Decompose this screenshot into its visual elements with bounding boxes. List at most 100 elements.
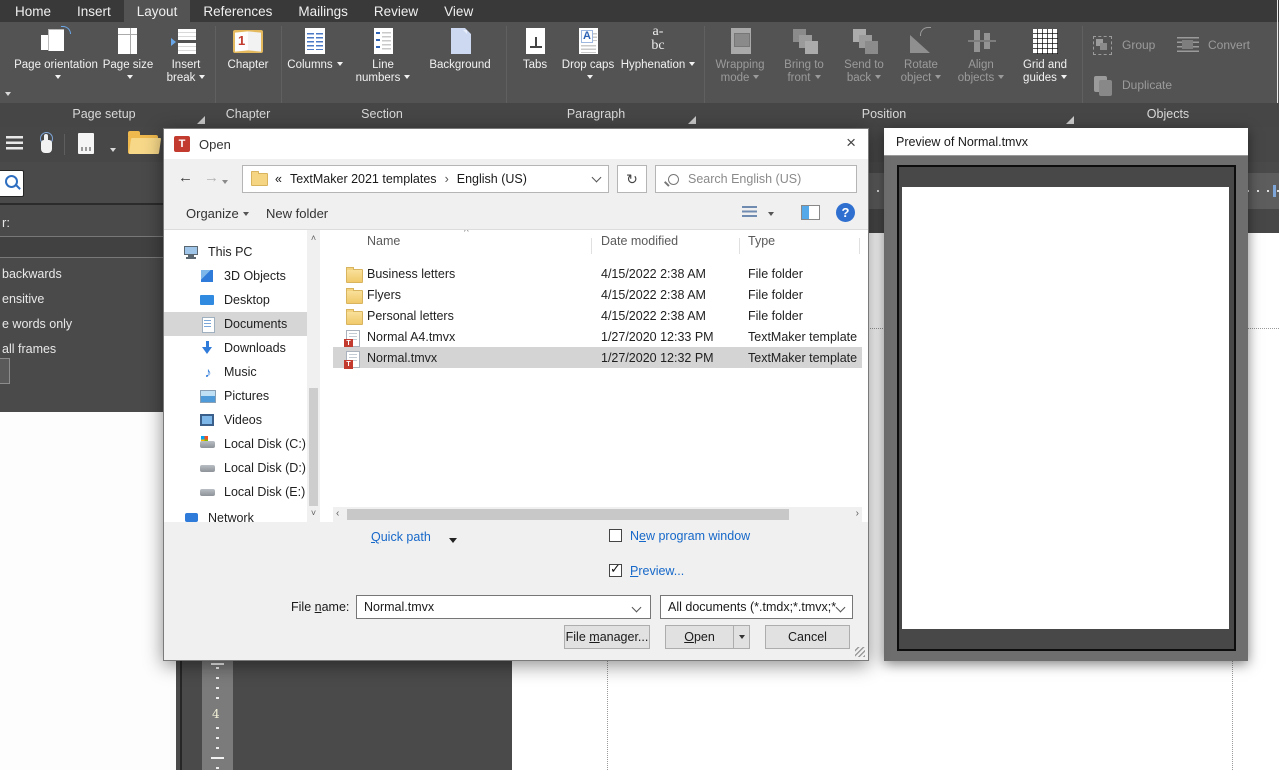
quick-path-link[interactable]: Quick path [371, 530, 431, 544]
column-header-type[interactable]: Type [748, 234, 775, 248]
file-row-flyers[interactable]: Flyers 4/15/2022 2:38 AM File folder [333, 284, 862, 305]
page-setup-dialog-launcher-icon[interactable] [197, 116, 205, 124]
new-document-icon[interactable] [78, 133, 94, 154]
tab-references[interactable]: References [190, 0, 285, 22]
scroll-right-icon[interactable]: › [856, 508, 859, 519]
help-icon[interactable]: ? [836, 203, 855, 222]
tab-insert[interactable]: Insert [64, 0, 124, 22]
file-name-dropdown-icon[interactable] [632, 603, 642, 613]
open-split-dropdown-icon[interactable] [733, 625, 750, 649]
ribbon-button-tabs[interactable]: Tabs [512, 25, 558, 100]
column-header-date-modified[interactable]: Date modified [601, 234, 678, 248]
option-case-sensitive[interactable]: ensitive [2, 292, 44, 306]
column-divider[interactable] [591, 238, 592, 254]
ribbon-group-labels: Page setup Chapter Section Paragraph Pos… [0, 103, 1279, 127]
breadcrumb-dropdown-icon[interactable] [592, 173, 602, 183]
sidebar-search-input[interactable] [0, 170, 24, 197]
ribbon-button-page-size[interactable]: Page size [100, 25, 156, 100]
breadcrumb[interactable]: « TextMaker 2021 templates › English (US… [242, 165, 609, 193]
scrollbar-thumb[interactable] [309, 388, 318, 506]
file-name-input[interactable]: Normal.tmvx [356, 595, 651, 619]
close-icon[interactable]: × [846, 133, 856, 153]
ribbon-button-grid-and-guides[interactable]: Grid and guides [1012, 25, 1078, 100]
scroll-left-icon[interactable]: ‹ [336, 508, 339, 519]
dialog-search-box[interactable]: Search English (US) [655, 165, 857, 193]
tab-home[interactable]: Home [2, 0, 64, 22]
breadcrumb-guillemet[interactable]: « [275, 172, 282, 186]
ribbon-button-columns[interactable]: Columns [284, 25, 346, 100]
scroll-up-icon[interactable]: ˄ [307, 233, 320, 243]
preview-pane-icon[interactable] [801, 205, 820, 220]
menu-icon[interactable] [6, 136, 23, 150]
back-icon[interactable]: ← [178, 169, 193, 186]
scroll-down-icon[interactable]: ˅ [307, 508, 320, 518]
cancel-button[interactable]: Cancel [765, 625, 850, 649]
new-document-dropdown-icon[interactable] [106, 142, 116, 160]
preview-label[interactable]: Preview... [630, 564, 684, 578]
preview-checkbox[interactable]: ✓ [609, 564, 622, 577]
file-row-normal-selected[interactable]: T Normal.tmvx 1/27/2020 12:32 PM TextMak… [333, 347, 862, 368]
scrollbar-thumb[interactable] [347, 509, 789, 520]
tab-layout[interactable]: Layout [124, 0, 191, 22]
local-disk-e-icon [200, 484, 216, 500]
new-program-window-checkbox[interactable] [609, 529, 622, 542]
file-row-business-letters[interactable]: Business letters 4/15/2022 2:38 AM File … [333, 263, 862, 284]
sidebar-scrollbar[interactable]: ˄ ˅ [307, 230, 320, 522]
sidebar-item-this-pc[interactable]: This PC [164, 240, 307, 264]
paragraph-dialog-launcher-icon[interactable] [688, 116, 696, 124]
tab-mailings[interactable]: Mailings [285, 0, 361, 22]
view-mode-dropdown-icon[interactable] [764, 206, 774, 221]
sidebar-item-local-disk-d[interactable]: Local Disk (D:) [164, 456, 307, 480]
history-dropdown-icon[interactable] [222, 173, 228, 190]
file-row-personal-letters[interactable]: Personal letters 4/15/2022 2:38 AM File … [333, 305, 862, 326]
option-search-backwards[interactable]: backwards [2, 267, 62, 281]
column-header-name[interactable]: Name [367, 234, 400, 248]
file-list-horizontal-scrollbar[interactable]: ‹ › [333, 507, 862, 522]
ribbon-button-page-orientation[interactable]: Page orientation [14, 25, 98, 100]
sidebar-item-documents[interactable]: Documents [164, 312, 307, 336]
ribbon-button-chapter[interactable]: 1 Chapter [220, 25, 276, 100]
sidebar-item-pictures[interactable]: Pictures [164, 384, 307, 408]
search-term-input[interactable] [0, 236, 176, 258]
breadcrumb-current[interactable]: English (US) [457, 172, 527, 186]
tab-review[interactable]: Review [361, 0, 431, 22]
organize-button[interactable]: Organize [186, 206, 249, 221]
sidebar-item-local-disk-e[interactable]: Local Disk (E:) [164, 480, 307, 504]
new-folder-button[interactable]: New folder [266, 206, 328, 221]
sidebar-item-downloads[interactable]: Downloads [164, 336, 307, 360]
column-divider[interactable] [739, 238, 740, 254]
column-divider[interactable] [859, 238, 860, 254]
sidebar-item-3d-objects[interactable]: 3D Objects [164, 264, 307, 288]
sidebar-item-videos[interactable]: Videos [164, 408, 307, 432]
sidebar-item-network[interactable]: Network [164, 506, 307, 522]
option-whole-words-only[interactable]: e words only [2, 317, 72, 331]
clipped-ribbon-button-arrow-icon[interactable] [1, 86, 11, 104]
open-button[interactable]: Open [665, 625, 734, 649]
ribbon-button-hyphenation[interactable]: a-bc Hyphenation [618, 25, 698, 100]
search-panel-button[interactable] [0, 358, 10, 384]
ribbon-button-insert-break[interactable]: Insert break [158, 25, 214, 100]
ribbon-button-background[interactable]: Background [420, 25, 500, 100]
ribbon-button-line-numbers[interactable]: Line numbers [350, 25, 416, 100]
refresh-icon[interactable]: ↻ [617, 165, 647, 193]
ribbon-button-drop-caps[interactable]: A Drop caps [560, 25, 616, 100]
sidebar-item-desktop[interactable]: Desktop [164, 288, 307, 312]
file-manager-button[interactable]: File manager... [564, 625, 650, 649]
file-type-dropdown-icon[interactable] [836, 603, 846, 613]
sidebar-item-music[interactable]: ♪ Music [164, 360, 307, 384]
file-type-select[interactable]: All documents (*.tmdx;*.tmvx;* [660, 595, 853, 619]
search-icon [668, 174, 679, 185]
option-search-all-frames[interactable]: all frames [2, 342, 56, 356]
quick-path-dropdown-icon[interactable] [445, 533, 457, 547]
position-dialog-launcher-icon[interactable] [1066, 116, 1074, 124]
view-mode-icon[interactable] [742, 206, 757, 219]
tab-view[interactable]: View [431, 0, 486, 22]
sidebar-item-local-disk-c[interactable]: Local Disk (C:) [164, 432, 307, 456]
breadcrumb-folder[interactable]: TextMaker 2021 templates [290, 172, 437, 186]
dialog-resize-grip[interactable] [855, 647, 865, 657]
touch-mode-icon[interactable] [36, 132, 56, 156]
open-file-icon[interactable] [128, 135, 158, 154]
preview-frame [897, 165, 1236, 651]
new-program-window-label[interactable]: New program window [630, 529, 750, 543]
file-row-normal-a4[interactable]: T Normal A4.tmvx 1/27/2020 12:33 PM Text… [333, 326, 862, 347]
